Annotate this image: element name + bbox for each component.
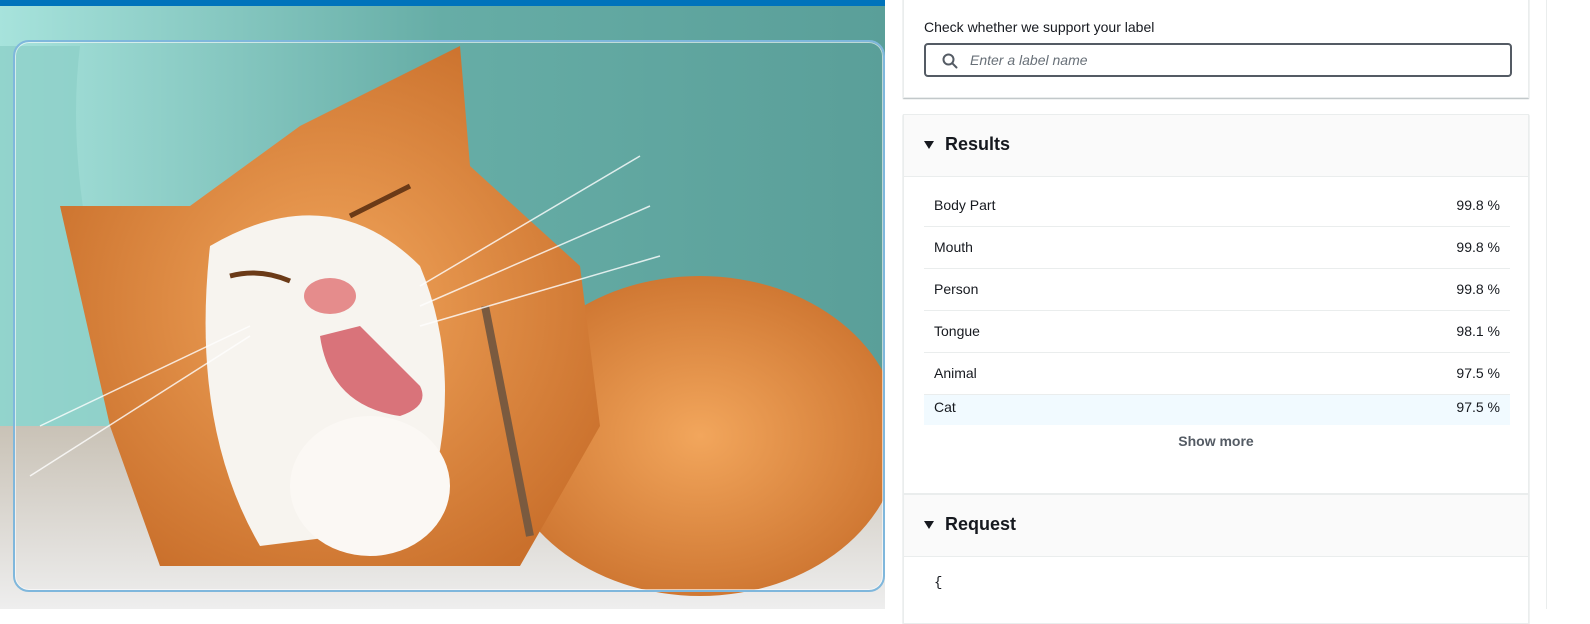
result-row: Body Part 99.8 %	[924, 185, 1510, 227]
caret-down-icon	[924, 521, 934, 529]
result-row: Mouth 99.8 %	[924, 227, 1510, 269]
result-label: Animal	[934, 365, 977, 381]
request-section: Request {	[903, 494, 1529, 624]
result-confidence: 99.8 %	[1456, 239, 1500, 255]
results-sidebar: Check whether we support your label Resu…	[903, 0, 1529, 624]
result-label: Mouth	[934, 239, 973, 255]
result-label: Body Part	[934, 197, 996, 213]
result-row: Tongue 98.1 %	[924, 311, 1510, 353]
result-label: Person	[934, 281, 979, 297]
result-row: Animal 97.5 %	[924, 353, 1510, 395]
detection-bounding-box[interactable]	[13, 40, 885, 592]
label-search-card: Check whether we support your label	[903, 0, 1529, 98]
scroll-gutter	[1546, 0, 1547, 609]
result-row-highlighted[interactable]: Cat 97.5 %	[924, 395, 1510, 425]
result-confidence: 98.1 %	[1456, 323, 1500, 339]
request-title: Request	[945, 514, 1017, 534]
result-label: Cat	[934, 399, 956, 415]
results-title: Results	[945, 134, 1011, 154]
result-confidence: 97.5 %	[1456, 365, 1500, 381]
label-search-title: Check whether we support your label	[924, 19, 1155, 35]
result-confidence: 99.8 %	[1456, 197, 1500, 213]
label-search-box[interactable]	[924, 43, 1512, 77]
image-preview-panel	[0, 0, 885, 609]
results-list: Body Part 99.8 % Mouth 99.8 % Person 99.…	[924, 185, 1510, 425]
show-more-button[interactable]: Show more	[904, 433, 1528, 449]
label-search-input[interactable]	[970, 45, 1500, 75]
request-header[interactable]: Request	[904, 495, 1528, 557]
results-section: Results Body Part 99.8 % Mouth 99.8 % Pe…	[903, 114, 1529, 494]
search-icon	[942, 53, 958, 69]
result-confidence: 99.8 %	[1456, 281, 1500, 297]
result-confidence: 97.5 %	[1456, 399, 1500, 415]
result-label: Tongue	[934, 323, 980, 339]
request-json-code: {	[934, 575, 943, 591]
caret-down-icon	[924, 141, 934, 149]
results-header[interactable]: Results	[904, 115, 1528, 177]
result-row: Person 99.8 %	[924, 269, 1510, 311]
